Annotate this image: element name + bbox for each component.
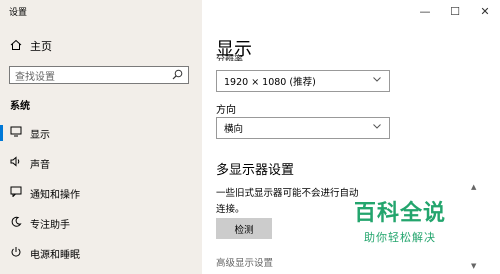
- close-button[interactable]: ✕: [470, 0, 500, 22]
- chevron-down-icon: [372, 121, 382, 134]
- orientation-value: 横向: [224, 124, 244, 135]
- search-input[interactable]: 查找设置: [9, 66, 189, 84]
- sidebar-item-power-sleep[interactable]: 电源和睡眠: [0, 241, 202, 265]
- speaker-icon: [9, 156, 23, 170]
- watermark-subtitle: 助你轻松解决: [364, 231, 436, 244]
- orientation-label: 方向: [216, 105, 236, 116]
- scroll-up-arrow[interactable]: ▲: [471, 183, 476, 191]
- minimize-button[interactable]: —: [410, 0, 440, 22]
- orientation-dropdown[interactable]: 横向: [216, 117, 390, 139]
- window-controls: — ☐ ✕: [410, 0, 500, 22]
- home-icon: [10, 39, 24, 54]
- scroll-down-arrow[interactable]: ▼: [471, 262, 476, 270]
- resolution-value: 1920 × 1080 (推荐): [224, 77, 316, 88]
- watermark-title: 百科全说: [353, 201, 446, 226]
- power-icon: [9, 246, 23, 261]
- sidebar-item-label: 声音: [30, 159, 50, 171]
- sidebar-item-display[interactable]: 显示: [0, 121, 202, 145]
- sidebar-item-sound[interactable]: 声音: [0, 151, 202, 175]
- sidebar-item-label: 通知和操作: [30, 189, 80, 201]
- section-title-system: 系统: [10, 101, 30, 112]
- monitor-icon: [9, 126, 23, 140]
- watermark: 百科全说 助你轻松解决: [335, 195, 465, 245]
- resolution-dropdown[interactable]: 1920 × 1080 (推荐): [216, 70, 390, 92]
- advanced-display-settings-link[interactable]: 高级显示设置: [216, 255, 273, 269]
- resolution-label: 分辨率: [216, 55, 244, 61]
- sidebar-item-label: 电源和睡眠: [30, 249, 80, 261]
- sidebar-item-label: 专注助手: [30, 219, 70, 231]
- window-title: 设置: [9, 8, 28, 18]
- notification-icon: [9, 186, 23, 200]
- sidebar-item-focus-assist[interactable]: 专注助手: [0, 211, 202, 235]
- multi-display-title: 多显示器设置: [216, 163, 295, 178]
- home-label: 主页: [30, 40, 52, 53]
- sidebar: 设置 主页 查找设置 系统 显示 声音 通知和操作 专注助手 电源和睡眠: [0, 0, 202, 274]
- moon-icon: [9, 216, 23, 231]
- search-icon[interactable]: [172, 69, 183, 83]
- home-nav-item[interactable]: 主页: [10, 38, 52, 54]
- chevron-down-icon: [372, 74, 382, 87]
- detect-button[interactable]: 检测: [216, 218, 272, 239]
- sidebar-item-label: 显示: [30, 129, 50, 141]
- maximize-button[interactable]: ☐: [440, 0, 470, 22]
- sidebar-item-notifications[interactable]: 通知和操作: [0, 181, 202, 205]
- search-placeholder: 查找设置: [15, 71, 55, 83]
